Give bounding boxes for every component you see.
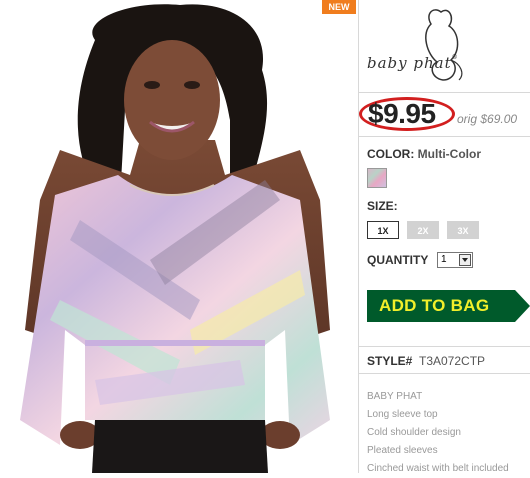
size-option-2x[interactable]: 2X — [407, 221, 439, 239]
product-image[interactable] — [0, 0, 356, 473]
new-badge: NEW — [322, 0, 356, 14]
chevron-down-icon — [459, 254, 471, 266]
add-to-bag-label: ADD TO BAG — [379, 296, 490, 315]
list-item: Pleated sleeves — [367, 445, 438, 456]
quantity-value: 1 — [441, 254, 447, 265]
size-option-3x[interactable]: 3X — [447, 221, 479, 239]
sale-price: $9.95 — [368, 98, 436, 129]
product-details-list: BABY PHAT Long sleeve top Cold shoulder … — [367, 388, 530, 478]
size-label: SIZE: — [367, 199, 398, 213]
list-item: Cinched waist with belt included — [367, 463, 509, 474]
add-to-bag-button[interactable]: ADD TO BAG — [367, 290, 530, 322]
quantity-label: QUANTITY — [367, 253, 429, 267]
list-item: BABY PHAT — [367, 391, 423, 402]
model-photo — [20, 4, 330, 473]
style-number-row: STYLE# T3A072CTP — [359, 346, 530, 374]
brand-logo-text: baby phat® — [367, 54, 459, 72]
color-label: COLOR: Multi-Color — [367, 147, 481, 161]
brand-logo[interactable]: baby phat® — [359, 0, 530, 93]
color-swatch[interactable] — [367, 168, 387, 188]
cat-silhouette-icon — [425, 9, 463, 81]
size-option-1x[interactable]: 1X — [367, 221, 399, 239]
list-item: Long sleeve top — [367, 409, 438, 420]
list-item: Cold shoulder design — [367, 427, 461, 438]
price-row: $9.95 orig $69.00 — [359, 96, 530, 137]
color-value: Multi-Color — [417, 147, 481, 161]
style-value: T3A072CTP — [419, 354, 486, 368]
product-info-panel: baby phat® $9.95 orig $69.00 COLOR: Mult… — [359, 0, 530, 474]
original-price: orig $69.00 — [457, 112, 518, 126]
quantity-select[interactable]: 1 — [437, 252, 473, 268]
style-label: STYLE# — [367, 354, 413, 368]
